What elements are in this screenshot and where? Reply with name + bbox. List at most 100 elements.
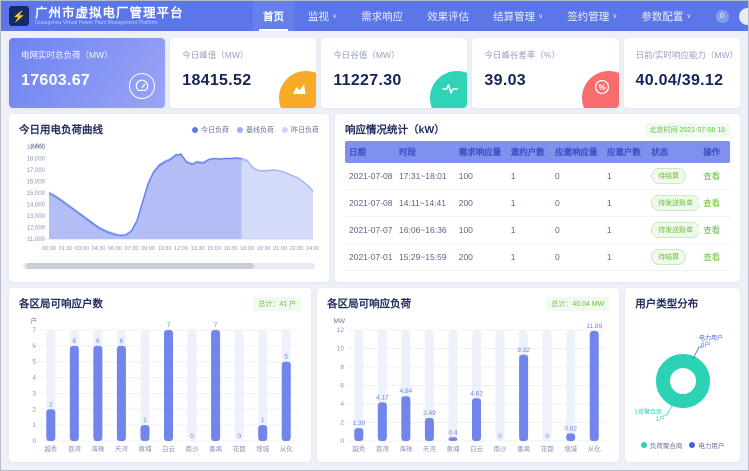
table-row: 2021-07-0817:31~18:01100101待结算查看 bbox=[345, 163, 730, 190]
svg-text:电力用户: 电力用户 bbox=[699, 334, 723, 342]
svg-text:户: 户 bbox=[31, 316, 38, 325]
load-total-badge: 总计：40.04 MW bbox=[546, 297, 609, 311]
view-link[interactable]: 查看 bbox=[703, 171, 720, 181]
cell-responded: 0 bbox=[551, 225, 603, 235]
svg-text:0: 0 bbox=[498, 433, 502, 440]
legend-item[interactable]: 今日负荷 bbox=[192, 125, 229, 135]
nav-item-monitor[interactable]: 监视∨ bbox=[298, 1, 347, 31]
topbar-right: 0 bbox=[716, 8, 749, 25]
svg-text:荔湾: 荔湾 bbox=[68, 444, 82, 453]
district-households-title: 各区局可响应户数 bbox=[19, 296, 103, 311]
svg-text:白云: 白云 bbox=[470, 444, 484, 453]
chart-zoom-scrollbar[interactable] bbox=[23, 263, 315, 269]
legend-label: 电力用户 bbox=[698, 440, 724, 450]
column-header: 应邀响应量 bbox=[551, 146, 603, 158]
legend-item[interactable]: 昨日负荷 bbox=[282, 125, 319, 135]
view-link[interactable]: 查看 bbox=[703, 252, 720, 262]
svg-text:12,000: 12,000 bbox=[27, 226, 46, 232]
legend-item[interactable]: 基线负荷 bbox=[237, 125, 274, 135]
table-header-row: 日期时段需求响应量邀约户数应邀响应量应邀户数状态操作 bbox=[345, 141, 730, 163]
table-row: 2021-07-0716:06~16:36100101待发送账单查看 bbox=[345, 217, 730, 244]
cell-demand: 100 bbox=[455, 171, 507, 181]
svg-text:00:00: 00:00 bbox=[42, 246, 56, 252]
svg-text:增城: 增城 bbox=[564, 444, 578, 453]
svg-text:从化: 从化 bbox=[588, 444, 602, 453]
nav-item-demand-response[interactable]: 需求响应 bbox=[351, 1, 413, 31]
svg-text:6: 6 bbox=[341, 383, 345, 390]
kpi-title: 电网实时总负荷（MW） bbox=[21, 49, 153, 61]
app-window: ⚡ 广州市虚拟电厂管理平台 Guangzhou Virtual Power Pl… bbox=[0, 0, 749, 471]
svg-text:10:30: 10:30 bbox=[158, 246, 172, 252]
legend-item[interactable]: 负荷聚合商 bbox=[641, 440, 683, 450]
status-badge: 待结算 bbox=[651, 168, 686, 184]
brand-text: 广州市虚拟电厂管理平台 Guangzhou Virtual Power Plan… bbox=[35, 7, 184, 26]
scrollbar-thumb[interactable] bbox=[26, 263, 254, 269]
nav-item-evaluation[interactable]: 效果评估 bbox=[417, 1, 479, 31]
svg-text:黄埔: 黄埔 bbox=[138, 444, 152, 453]
svg-text:天河: 天河 bbox=[423, 445, 437, 453]
nav-item-home[interactable]: 首页 bbox=[253, 1, 294, 31]
brand: ⚡ 广州市虚拟电厂管理平台 Guangzhou Virtual Power Pl… bbox=[9, 6, 239, 26]
nav-item-contract[interactable]: 签约管理∨ bbox=[557, 1, 627, 31]
svg-text:黄埔: 黄埔 bbox=[447, 444, 461, 453]
cell-invited: 1 bbox=[507, 225, 551, 235]
status-badge: 待发送账单 bbox=[651, 195, 699, 211]
dashboard: 电网实时总负荷（MW）17603.67今日峰值（MW）18415.52今日谷值（… bbox=[1, 31, 748, 462]
pulse-icon bbox=[442, 82, 458, 100]
table-row: 2021-07-0814:11~14:41200101待发送账单查看 bbox=[345, 190, 730, 217]
district-load-chart: 024681012MW1.39越秀4.17荔湾4.84海珠2.49天河0.4黄埔… bbox=[327, 315, 609, 460]
svg-text:01:30: 01:30 bbox=[59, 246, 73, 252]
cell-responded_users: 1 bbox=[603, 198, 647, 208]
households-total-badge: 总计：41 户 bbox=[253, 297, 301, 311]
kpi-card-grid-total-load: 电网实时总负荷（MW）17603.67 bbox=[9, 38, 165, 108]
svg-text:15:00: 15:00 bbox=[207, 246, 221, 252]
legend-dot-icon bbox=[237, 127, 243, 133]
svg-text:16,000: 16,000 bbox=[27, 180, 46, 186]
user-type-donut-chart: 电力用户0户负荷聚合商1户 bbox=[635, 315, 730, 438]
svg-text:1户: 1户 bbox=[656, 415, 665, 423]
svg-text:17,000: 17,000 bbox=[27, 168, 46, 174]
cell-period: 16:06~16:36 bbox=[395, 225, 455, 235]
cell-demand: 200 bbox=[455, 198, 507, 208]
svg-text:番禺: 番禺 bbox=[517, 445, 530, 453]
view-link[interactable]: 查看 bbox=[703, 198, 720, 208]
load-curve-panel: 今日用电负荷曲线 今日负荷基线负荷昨日负荷 19,00018,00017,000… bbox=[9, 114, 329, 282]
svg-text:1: 1 bbox=[32, 422, 36, 429]
svg-text:6: 6 bbox=[73, 338, 77, 345]
svg-text:0.82: 0.82 bbox=[564, 425, 577, 432]
district-load-panel: 各区局可响应负荷 总计：40.04 MW 024681012MW1.39越秀4.… bbox=[317, 288, 619, 462]
svg-text:6: 6 bbox=[96, 338, 100, 345]
kpi-title: 今日谷值（MW） bbox=[333, 49, 455, 61]
nav-item-parameters[interactable]: 参数配置∨ bbox=[631, 1, 701, 31]
svg-text:6: 6 bbox=[32, 343, 36, 350]
cell-period: 15:29~15:59 bbox=[395, 252, 455, 262]
svg-text:24:00: 24:00 bbox=[306, 246, 319, 252]
cell-invited: 1 bbox=[507, 252, 551, 262]
legend-item[interactable]: 电力用户 bbox=[689, 440, 724, 450]
svg-text:22:30: 22:30 bbox=[290, 246, 304, 252]
svg-text:4.84: 4.84 bbox=[400, 388, 413, 395]
kpi-title: 日前/实时响应能力（MW） bbox=[636, 49, 728, 61]
notification-badge[interactable]: 0 bbox=[716, 10, 729, 23]
chevron-down-icon: ∨ bbox=[612, 12, 617, 20]
svg-text:1: 1 bbox=[143, 417, 147, 424]
svg-text:7: 7 bbox=[32, 327, 36, 334]
cell-demand: 100 bbox=[455, 225, 507, 235]
svg-text:6: 6 bbox=[120, 338, 124, 345]
column-header: 需求响应量 bbox=[455, 146, 507, 158]
svg-text:0: 0 bbox=[32, 438, 36, 445]
area-chart-icon bbox=[292, 82, 307, 100]
column-header: 状态 bbox=[647, 146, 699, 158]
beijing-time-badge: 北京时间 2021-07-08 18 bbox=[645, 123, 730, 137]
svg-text:海珠: 海珠 bbox=[91, 444, 105, 453]
svg-text:4.62: 4.62 bbox=[470, 390, 483, 397]
user-avatar[interactable] bbox=[739, 8, 749, 25]
svg-text:21:00: 21:00 bbox=[273, 246, 287, 252]
view-link[interactable]: 查看 bbox=[703, 225, 720, 235]
kpi-row: 电网实时总负荷（MW）17603.67今日峰值（MW）18415.52今日谷值（… bbox=[9, 38, 740, 108]
cell-period: 14:11~14:41 bbox=[395, 198, 455, 208]
svg-text:0户: 0户 bbox=[701, 341, 710, 349]
svg-text:09:00: 09:00 bbox=[141, 246, 155, 252]
cell-date: 2021-07-01 bbox=[345, 252, 395, 262]
nav-item-settlement[interactable]: 结算管理∨ bbox=[483, 1, 553, 31]
